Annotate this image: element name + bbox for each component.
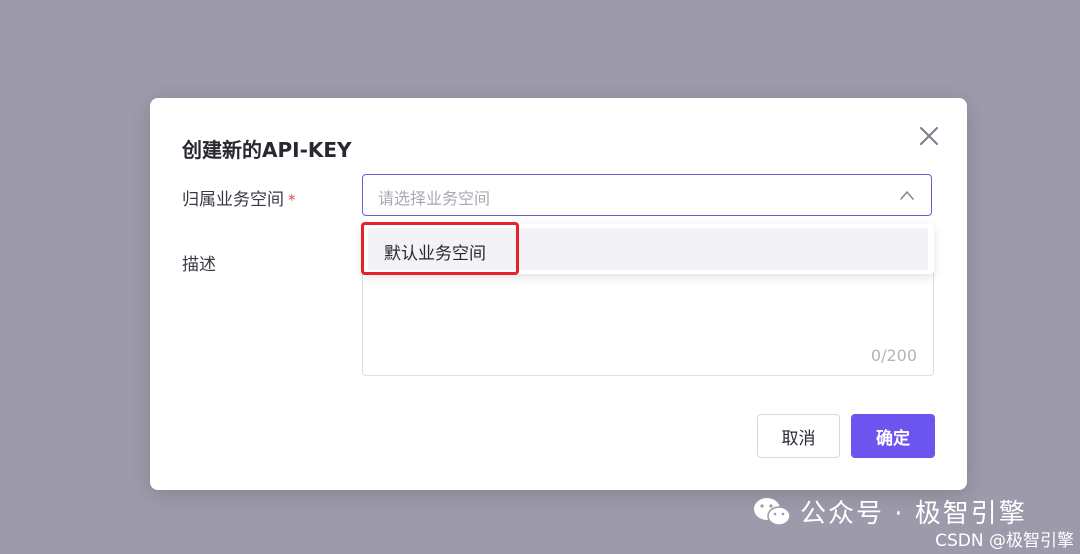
- workspace-dropdown: 默认业务空间: [362, 224, 934, 274]
- workspace-select-placeholder: 请选择业务空间: [378, 189, 491, 208]
- csdn-watermark: CSDN @极智引擎: [935, 531, 1074, 551]
- required-mark: *: [288, 191, 296, 209]
- workspace-label: 归属业务空间 *: [182, 185, 296, 210]
- confirm-button[interactable]: 确定: [851, 414, 935, 458]
- chevron-up-icon: [900, 191, 914, 200]
- close-icon: [920, 127, 938, 145]
- wechat-icon: [754, 497, 791, 526]
- dropdown-option-label: 默认业务空间: [384, 244, 486, 264]
- close-button[interactable]: [917, 124, 941, 148]
- description-label: 描述: [182, 255, 216, 275]
- dropdown-option-default-workspace[interactable]: 默认业务空间: [368, 228, 928, 270]
- workspace-select[interactable]: 请选择业务空间: [362, 174, 932, 216]
- description-textarea[interactable]: 0/200: [362, 270, 934, 376]
- official-account-text: 公众号 · 极智引擎: [800, 499, 1027, 529]
- workspace-label-text: 归属业务空间: [182, 190, 284, 210]
- official-account-watermark: 公众号 · 极智引擎: [752, 493, 1027, 530]
- create-api-key-dialog: 创建新的API-KEY 归属业务空间 * 请选择业务空间 描述 0/200 默认业…: [150, 98, 967, 490]
- dialog-title: 创建新的API-KEY: [182, 138, 352, 162]
- character-counter: 0/200: [870, 346, 917, 365]
- cancel-button[interactable]: 取消: [757, 414, 840, 458]
